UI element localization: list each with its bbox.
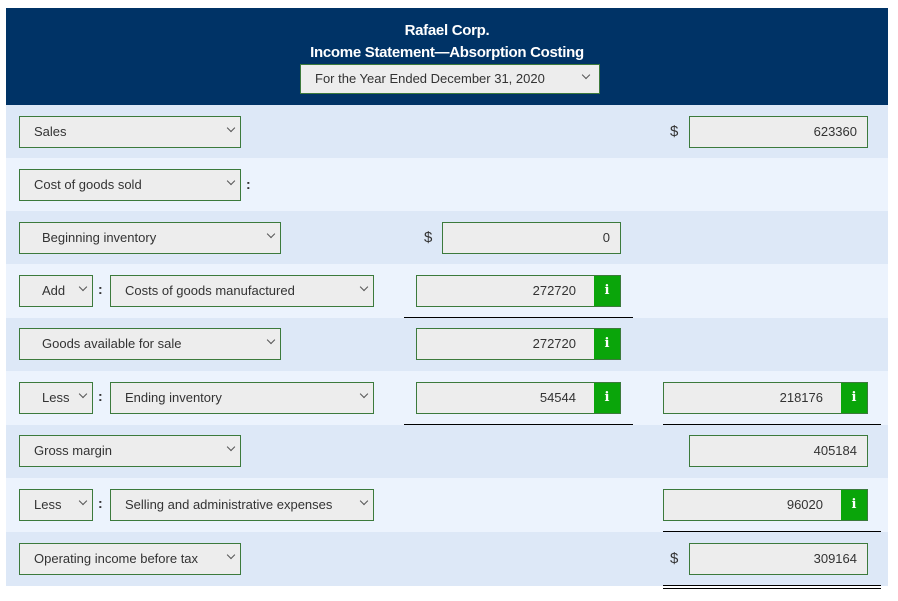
info-icon[interactable]: i [841, 490, 867, 520]
input-value: 54544 [539, 390, 576, 405]
period-select-value: For the Year Ended December 31, 2020 [315, 71, 545, 86]
operator-select[interactable]: Less [19, 489, 93, 521]
goods-available-select[interactable]: Goods available for sale [19, 328, 281, 360]
row-goods-available: Goods available for sale 272720 i [6, 318, 888, 371]
gross-margin-select[interactable]: Gross margin [19, 435, 241, 467]
company-name: Rafael Corp. [404, 22, 490, 39]
statement-header: Rafael Corp. Income Statement—Absorption… [6, 8, 888, 105]
select-value: Goods available for sale [42, 336, 182, 351]
row-ending-inventory: Less : Ending inventory 54544 i 218176 i [6, 371, 888, 425]
colon-separator: : [246, 176, 251, 192]
dollar-sign: $ [670, 123, 679, 140]
colon-separator: : [98, 495, 103, 511]
select-value: Less [34, 497, 62, 512]
chevron-down-icon [361, 383, 367, 413]
row-beginning-inventory: Beginning inventory $ 0 [6, 211, 888, 264]
select-value: Ending inventory [125, 390, 222, 405]
select-value: Beginning inventory [42, 230, 157, 245]
row-cogs: Cost of goods sold : [6, 158, 888, 211]
row-sga: Less : Selling and administrative expens… [6, 478, 888, 532]
operator-select[interactable]: Less [19, 382, 93, 414]
colon-separator: : [98, 388, 103, 404]
sga-input[interactable]: 96020 i [663, 489, 868, 521]
row-cogm: Add : Costs of goods manufactured 272720… [6, 264, 888, 318]
operator-select[interactable]: Add [19, 275, 93, 307]
cogs-label-select[interactable]: Cost of goods sold [19, 169, 241, 201]
input-value: 218176 [779, 390, 823, 405]
chevron-down-icon [228, 436, 234, 466]
beginning-inventory-input[interactable]: 0 [442, 222, 621, 254]
select-value: Cost of goods sold [34, 177, 142, 192]
operating-income-input[interactable]: 309164 [689, 543, 868, 575]
colon-separator: : [98, 281, 103, 297]
chevron-down-icon [228, 544, 234, 574]
cogs-total-input[interactable]: 218176 i [663, 382, 868, 414]
sales-label-select[interactable]: Sales [19, 116, 241, 148]
chevron-down-icon [80, 383, 86, 413]
chevron-down-icon [228, 117, 234, 147]
input-value: 272720 [532, 283, 576, 298]
info-icon[interactable]: i [594, 383, 620, 413]
select-value: Costs of goods manufactured [125, 283, 295, 298]
info-icon[interactable]: i [594, 276, 620, 306]
input-value: 272720 [532, 336, 576, 351]
select-value: Operating income before tax [34, 551, 199, 566]
row-gross-margin: Gross margin 405184 [6, 425, 888, 478]
chevron-down-icon [228, 170, 234, 200]
select-value: Sales [34, 124, 67, 139]
chevron-down-icon [268, 329, 274, 359]
select-value: Add [42, 283, 66, 298]
input-value: 96020 [786, 497, 823, 512]
sga-label-select[interactable]: Selling and administrative expenses [110, 489, 374, 521]
info-icon[interactable]: i [841, 383, 867, 413]
operating-income-select[interactable]: Operating income before tax [19, 543, 241, 575]
chevron-down-icon [361, 276, 367, 306]
ending-inventory-input[interactable]: 54544 i [416, 382, 621, 414]
chevron-down-icon [80, 490, 86, 520]
goods-available-input[interactable]: 272720 i [416, 328, 621, 360]
sales-amount-input[interactable]: 623360 [689, 116, 868, 148]
double-underline-bottom [663, 588, 881, 589]
cogm-label-select[interactable]: Costs of goods manufactured [110, 275, 374, 307]
chevron-down-icon [583, 65, 589, 93]
ending-inventory-select[interactable]: Ending inventory [110, 382, 374, 414]
row-sales: Sales $ 623360 [6, 105, 888, 158]
beginning-inventory-select[interactable]: Beginning inventory [19, 222, 281, 254]
dollar-sign: $ [670, 550, 679, 567]
double-underline-top [663, 585, 881, 586]
info-icon[interactable]: i [594, 329, 620, 359]
cogm-input[interactable]: 272720 i [416, 275, 621, 307]
chevron-down-icon [268, 223, 274, 253]
gross-margin-input[interactable]: 405184 [689, 435, 868, 467]
period-select[interactable]: For the Year Ended December 31, 2020 [300, 64, 600, 94]
statement-title: Income Statement—Absorption Costing [310, 44, 584, 61]
select-value: Gross margin [34, 443, 113, 458]
dollar-sign: $ [424, 229, 433, 246]
row-operating-income: Operating income before tax $ 309164 [6, 532, 888, 586]
select-value: Less [42, 390, 70, 405]
chevron-down-icon [361, 490, 367, 520]
select-value: Selling and administrative expenses [125, 497, 333, 512]
chevron-down-icon [80, 276, 86, 306]
